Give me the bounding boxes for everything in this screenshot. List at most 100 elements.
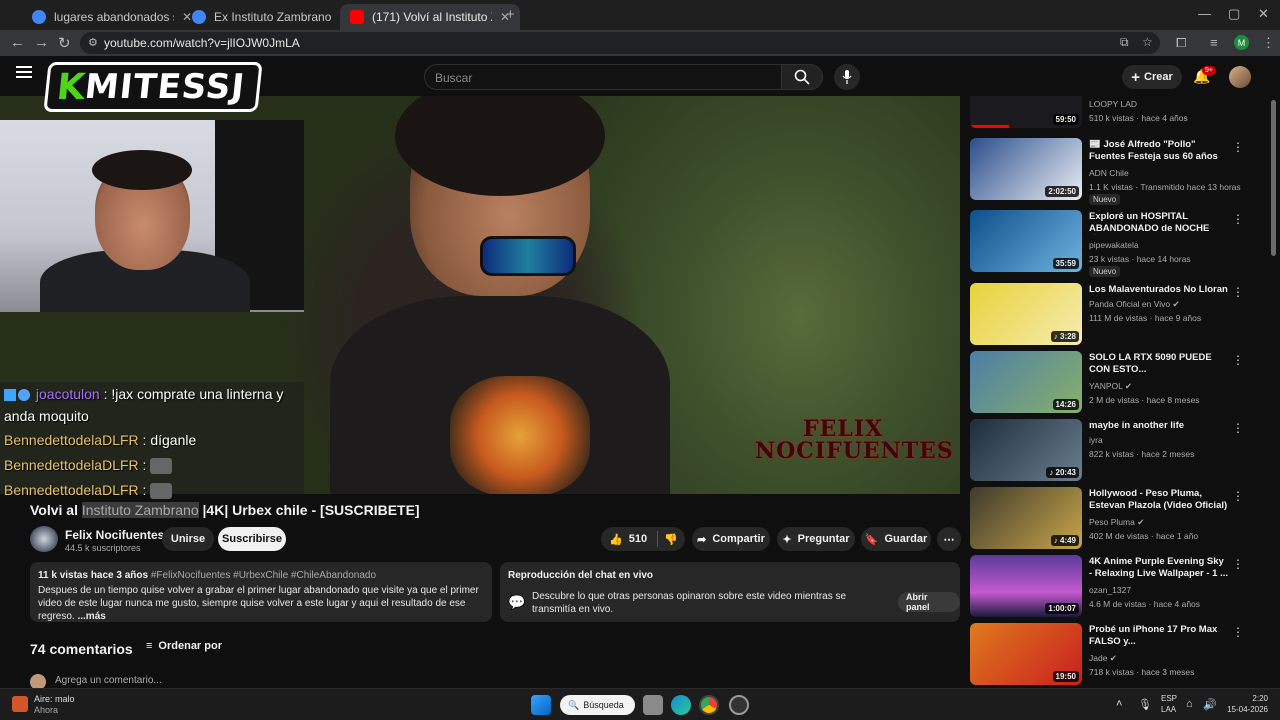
reload-icon[interactable]: ↻ — [58, 34, 71, 52]
chrome-icon[interactable] — [699, 695, 719, 715]
video-thumbnail[interactable]: 35:59 — [970, 210, 1082, 272]
page-scrollbar[interactable] — [1271, 100, 1276, 256]
channel-avatar[interactable] — [30, 526, 58, 552]
browser-tab-1[interactable]: lugares abandonados santiago ✕ — [22, 4, 202, 30]
recommendation-item[interactable]: 2:02:50 📰 José Alfredo "Pollo" Fuentes F… — [970, 138, 1250, 205]
github-icon[interactable] — [729, 695, 749, 715]
browser-tab-3[interactable]: (171) Volví al Instituto Zambrano ✕ — [340, 4, 521, 30]
sort-icon: ≡ — [146, 640, 153, 652]
air-quality-icon[interactable] — [12, 696, 28, 712]
video-thumbnail[interactable]: ♪ 20:43 — [970, 419, 1082, 481]
microphone-tray-icon[interactable]: 🎙 — [1138, 698, 1152, 711]
maximize-icon[interactable]: ▢ — [1228, 6, 1240, 22]
video-thumbnail[interactable]: ♪ 4:49 — [970, 487, 1082, 549]
extensions-icon[interactable]: ⧠ — [1176, 35, 1186, 51]
live-chat-replay-card: Reproducción del chat en vivo 💬 Descubre… — [500, 562, 960, 622]
bookmark-star-icon[interactable]: ☆ — [1142, 35, 1153, 49]
google-favicon-icon — [192, 10, 206, 24]
show-hidden-icons[interactable]: ˄ — [1116, 698, 1122, 710]
video-frame-sunglasses — [480, 236, 576, 276]
video-thumbnail[interactable]: 1:00:07 — [970, 555, 1082, 617]
chrome-menu-icon[interactable]: ⋮ — [1262, 35, 1275, 51]
profile-avatar[interactable]: M — [1234, 35, 1249, 50]
address-bar[interactable]: ⚙ youtube.com/watch?v=jlIOJW0JmLA ⧉ ☆ — [80, 32, 1160, 54]
more-options-icon[interactable]: ⋮ — [1232, 489, 1244, 503]
more-options-icon[interactable]: ⋮ — [1232, 140, 1244, 154]
close-window-icon[interactable]: ✕ — [1258, 6, 1269, 22]
description-box[interactable]: 11 k vistas hace 3 años #FelixNocifuente… — [30, 562, 492, 622]
back-icon[interactable]: ← — [10, 34, 25, 51]
hashtags[interactable]: #FelixNocifuentes #UrbexChile #ChileAban… — [151, 570, 376, 581]
like-button[interactable]: 👍 510 — [609, 533, 647, 546]
save-button[interactable]: 🔖 Guardar — [861, 527, 931, 551]
recommendation-channel: Panda Oficial en Vivo ✔ — [1089, 299, 1180, 309]
recommendation-item[interactable]: 14:26 SOLO LA RTX 5090 PUEDE CON ESTO...… — [970, 351, 1250, 417]
sort-comments-button[interactable]: ≡ Ordenar por — [146, 640, 222, 652]
task-view-icon[interactable] — [643, 695, 663, 715]
recommendation-item[interactable]: ♪ 20:43 maybe in another life iyra 822 k… — [970, 419, 1250, 485]
more-options-icon[interactable]: ⋮ — [1232, 421, 1244, 435]
subscriber-count: 44.5 k suscriptores — [65, 543, 141, 553]
clock-date[interactable]: 15-04-2026 — [1222, 705, 1268, 714]
keyboard-layout[interactable]: LAA — [1161, 705, 1176, 714]
taskbar-search[interactable]: 🔍 Búsqueda — [560, 695, 635, 715]
recommendation-meta: 402 M de vistas · hace 1 año — [1089, 531, 1199, 541]
live-chat-description: Descubre lo que otras personas opinaron … — [532, 591, 847, 615]
site-info-icon[interactable]: ⚙ — [88, 36, 98, 49]
search-input[interactable]: Buscar — [424, 64, 782, 90]
start-menu-icon[interactable] — [531, 695, 551, 715]
edge-icon[interactable] — [671, 695, 691, 715]
more-options-icon[interactable]: ⋮ — [1232, 212, 1244, 226]
search-icon — [794, 69, 810, 85]
volume-icon[interactable]: 🔊 — [1203, 698, 1217, 711]
recommendation-channel: pipewakatela — [1089, 240, 1139, 250]
account-avatar[interactable] — [1229, 66, 1251, 88]
recommendation-item[interactable]: 59:50 LOOPY LAD 510 k vistas · hace 4 añ… — [970, 96, 1250, 132]
show-more-link[interactable]: ...más — [77, 611, 105, 622]
create-button[interactable]: + Crear — [1122, 65, 1182, 89]
subscribe-button[interactable]: Suscribirse — [218, 527, 286, 551]
video-thumbnail[interactable]: ♪ 3:28 — [970, 283, 1082, 345]
thumbs-down-icon[interactable]: 👎 — [664, 533, 678, 546]
recommendation-item[interactable]: 35:59 Exploré un HOSPITAL ABANDONADO de … — [970, 210, 1250, 277]
more-options-icon[interactable]: ⋮ — [1232, 353, 1244, 367]
browser-tab-2[interactable]: Ex Instituto Zambrano en la Alam ✕ — [182, 4, 362, 30]
channel-name[interactable]: Felix Nocifuentes — [65, 528, 164, 542]
recommendation-item[interactable]: ♪ 4:49 Hollywood - Peso Pluma, Estevan P… — [970, 487, 1250, 553]
network-icon[interactable]: ⌂ — [1186, 698, 1193, 710]
recommendations-sidebar: 59:50 LOOPY LAD 510 k vistas · hace 4 añ… — [970, 96, 1250, 688]
more-options-icon[interactable]: ⋮ — [1232, 625, 1244, 639]
chat-badge-icon — [4, 389, 16, 402]
ask-button[interactable]: ✦ Preguntar — [777, 527, 855, 551]
video-thumbnail[interactable]: 19:50 — [970, 623, 1082, 685]
video-thumbnail[interactable]: 59:50 — [970, 96, 1082, 128]
taskbar-search-label: Búsqueda — [583, 700, 624, 710]
share-button[interactable]: ➦ Compartir — [692, 527, 770, 551]
video-thumbnail[interactable]: 2:02:50 — [970, 138, 1082, 200]
more-options-icon[interactable]: ⋮ — [1232, 285, 1244, 299]
add-comment-input[interactable]: Agrega un comentario... — [55, 675, 162, 686]
voice-search-button[interactable] — [834, 64, 860, 90]
video-thumbnail[interactable]: 14:26 — [970, 351, 1082, 413]
recommendation-item[interactable]: 1:00:07 4K Anime Purple Evening Sky - Re… — [970, 555, 1250, 621]
new-tab-button[interactable]: + — [506, 6, 515, 23]
menu-icon[interactable] — [16, 66, 32, 78]
install-app-icon[interactable]: ⧉ — [1120, 35, 1129, 50]
clock-time[interactable]: 2:20 — [1222, 694, 1268, 703]
recommendation-item[interactable]: ♪ 3:28 Los Malaventurados No Lloran Pand… — [970, 283, 1250, 349]
more-horizontal-icon: ⋯ — [943, 533, 955, 546]
search-button[interactable] — [781, 64, 823, 90]
new-badge: Nuevo — [1089, 266, 1121, 277]
recommendation-channel: Jade ✔ — [1089, 653, 1117, 663]
input-language[interactable]: ESP — [1161, 694, 1177, 703]
recommendation-item[interactable]: 19:50 Probé un iPhone 17 Pro Max FALSO y… — [970, 623, 1250, 688]
recommendation-title: SOLO LA RTX 5090 PUEDE CON ESTO... — [1089, 352, 1212, 375]
join-button[interactable]: Unirse — [162, 527, 214, 551]
more-options-icon[interactable]: ⋮ — [1232, 557, 1244, 571]
minimize-icon[interactable]: — — [1198, 6, 1211, 21]
create-label: Crear — [1144, 71, 1173, 83]
more-actions-button[interactable]: ⋯ — [937, 527, 961, 551]
media-control-icon[interactable]: ≡ — [1210, 35, 1218, 50]
forward-icon[interactable]: → — [34, 34, 49, 51]
open-panel-button[interactable]: Abrir panel — [898, 592, 960, 612]
